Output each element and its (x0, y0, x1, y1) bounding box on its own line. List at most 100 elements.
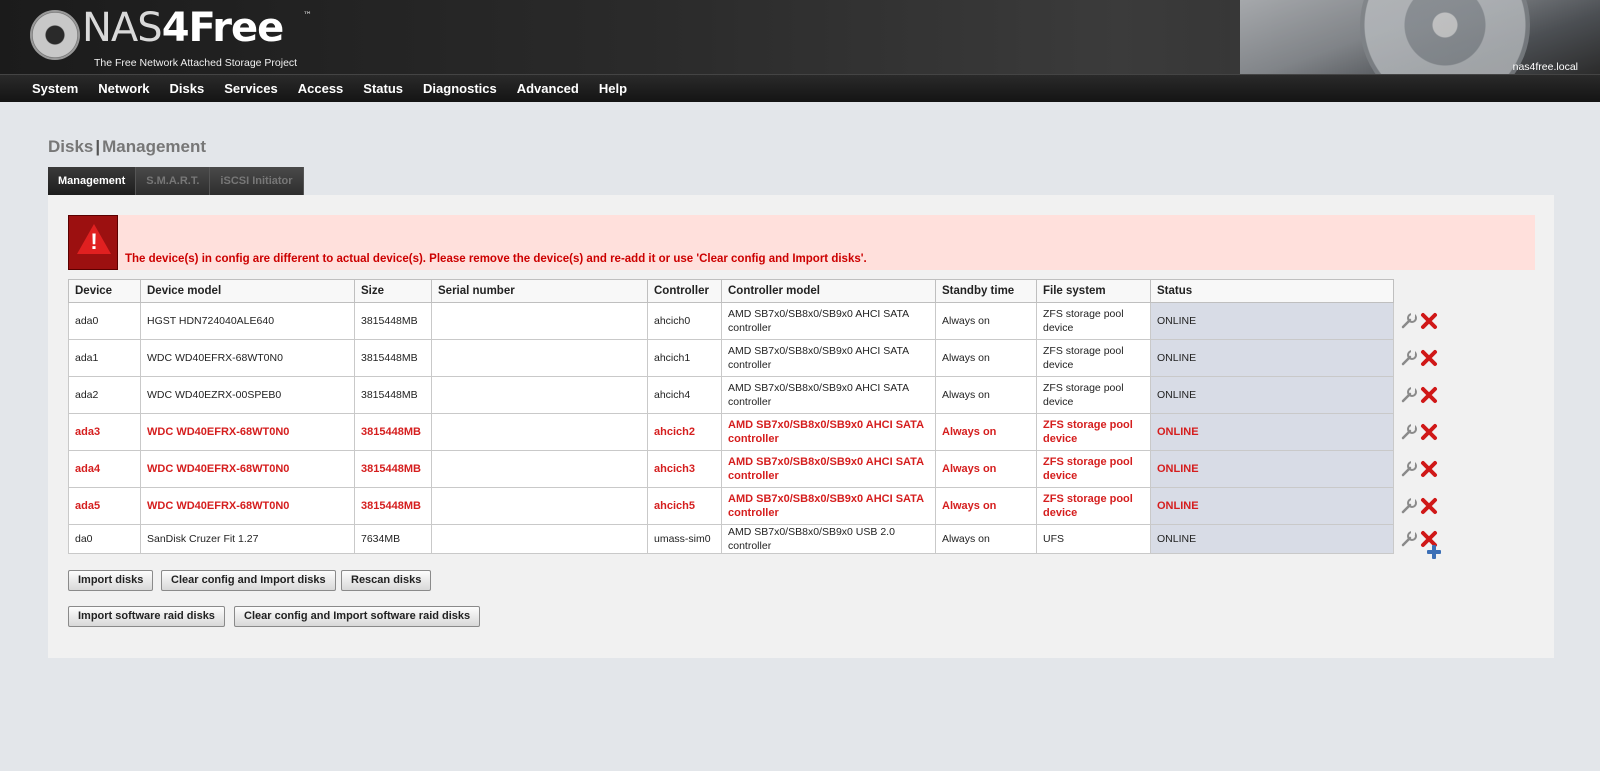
delete-icon[interactable] (1420, 423, 1438, 441)
page-title-subsection: Management (102, 137, 207, 156)
cell-file-system: ZFS storage pool device (1036, 450, 1151, 488)
nav-item-network[interactable]: Network (88, 75, 159, 103)
cell-standby-time: Always on (935, 376, 1037, 414)
wrench-icon[interactable] (1400, 386, 1418, 404)
cell-status: ONLINE (1150, 302, 1394, 340)
table-row: ada4 WDC WD40EFRX-68WT0N0 3815448MB ahcich3… (68, 450, 1464, 488)
wrench-icon[interactable] (1400, 312, 1418, 330)
cell-file-system: ZFS storage pool device (1036, 487, 1151, 525)
nav-item-status[interactable]: Status (353, 75, 413, 103)
cell-device: ada5 (68, 487, 141, 525)
cell-size: 3815448MB (354, 487, 432, 525)
cell-controller-model: AMD SB7x0/SB8x0/SB9x0 AHCI SATA controll… (721, 413, 936, 451)
clear-config-import-software-raid-button[interactable]: Clear config and Import software raid di… (234, 606, 481, 627)
row-actions (1394, 451, 1464, 488)
cell-controller: ahcich3 (647, 450, 722, 488)
column-header-standby-time: Standby time (935, 279, 1037, 303)
logo-nas: NAS (82, 5, 163, 51)
nav-item-diagnostics[interactable]: Diagnostics (413, 75, 507, 103)
column-header-device-model: Device model (140, 279, 355, 303)
import-software-raid-disks-button[interactable]: Import software raid disks (68, 606, 225, 627)
tab-bar: Management S.M.A.R.T. iSCSI Initiator (48, 167, 304, 195)
nav-item-disks[interactable]: Disks (160, 75, 215, 103)
nav-item-access[interactable]: Access (288, 75, 354, 103)
cell-status: ONLINE (1150, 487, 1394, 525)
logo-four: 4 (161, 5, 190, 51)
wrench-icon[interactable] (1400, 349, 1418, 367)
cell-status: ONLINE (1150, 413, 1394, 451)
delete-icon[interactable] (1420, 349, 1438, 367)
logo-text: NAS4Free (82, 5, 285, 51)
column-header-file-system: File system (1036, 279, 1151, 303)
column-header-controller-model: Controller model (721, 279, 936, 303)
delete-icon[interactable] (1420, 460, 1438, 478)
cell-size: 7634MB (354, 524, 432, 554)
cell-device: da0 (68, 524, 141, 554)
cell-size: 3815448MB (354, 376, 432, 414)
logo-free: Free (188, 5, 285, 51)
cell-standby-time: Always on (935, 450, 1037, 488)
wrench-icon[interactable] (1400, 497, 1418, 515)
cell-file-system: ZFS storage pool device (1036, 302, 1151, 340)
table-row: ada1 WDC WD40EFRX-68WT0N0 3815448MB ahcich1… (68, 339, 1464, 377)
cell-controller-model: AMD SB7x0/SB8x0/SB9x0 AHCI SATA controll… (721, 487, 936, 525)
clear-config-import-disks-button[interactable]: Clear config and Import disks (161, 570, 336, 591)
cell-status: ONLINE (1150, 376, 1394, 414)
cell-size: 3815448MB (354, 339, 432, 377)
nav-item-system[interactable]: System (0, 75, 88, 103)
delete-icon[interactable] (1420, 312, 1438, 330)
delete-icon[interactable] (1420, 386, 1438, 404)
page-title-section: Disks (48, 137, 94, 156)
cell-controller-model: AMD SB7x0/SB8x0/SB9x0 AHCI SATA controll… (721, 302, 936, 340)
column-header-status: Status (1150, 279, 1394, 303)
delete-icon[interactable] (1420, 497, 1438, 515)
cell-device: ada2 (68, 376, 141, 414)
rescan-disks-button[interactable]: Rescan disks (341, 570, 432, 591)
wrench-icon[interactable] (1400, 423, 1418, 441)
cell-device-model: WDC WD40EFRX-68WT0N0 (140, 487, 355, 525)
logo-icon (30, 10, 80, 60)
import-disks-button[interactable]: Import disks (68, 570, 154, 591)
table-row: ada0 HGST HDN724040ALE640 3815448MB ahcich0… (68, 302, 1464, 340)
column-header-size: Size (354, 279, 432, 303)
cell-size: 3815448MB (354, 413, 432, 451)
nav-item-services[interactable]: Services (214, 75, 288, 103)
cell-serial-number (431, 413, 648, 451)
tab-smart[interactable]: S.M.A.R.T. (136, 167, 211, 195)
nav-item-advanced[interactable]: Advanced (507, 75, 589, 103)
tab-management[interactable]: Management (48, 167, 137, 195)
cell-device-model: WDC WD40EFRX-68WT0N0 (140, 339, 355, 377)
nav-item-help[interactable]: Help (589, 75, 637, 103)
page-title-separator: | (95, 137, 101, 156)
add-disk-icon[interactable] (1425, 543, 1443, 561)
cell-controller-model: AMD SB7x0/SB8x0/SB9x0 USB 2.0 controller (721, 524, 936, 554)
cell-controller-model: AMD SB7x0/SB8x0/SB9x0 AHCI SATA controll… (721, 339, 936, 377)
wrench-icon[interactable] (1400, 530, 1418, 548)
cell-status: ONLINE (1150, 339, 1394, 377)
cell-standby-time: Always on (935, 302, 1037, 340)
nav-bar: System Network Disks Services Access Sta… (0, 74, 1600, 102)
cell-device-model: WDC WD40EFRX-68WT0N0 (140, 413, 355, 451)
cell-device-model: WDC WD40EFRX-68WT0N0 (140, 450, 355, 488)
table-row: ada3 WDC WD40EFRX-68WT0N0 3815448MB ahcich2… (68, 413, 1464, 451)
content-panel: ! The device(s) in config are different … (48, 195, 1554, 658)
hostname: nas4free.local (1512, 61, 1578, 73)
logo-trademark: ™ (303, 11, 312, 21)
tab-iscsi-initiator[interactable]: iSCSI Initiator (210, 167, 304, 195)
cell-standby-time: Always on (935, 413, 1037, 451)
cell-controller: ahcich4 (647, 376, 722, 414)
column-header-serial-number: Serial number (431, 279, 648, 303)
cell-size: 3815448MB (354, 450, 432, 488)
cell-serial-number (431, 450, 648, 488)
error-message: The device(s) in config are different to… (125, 253, 867, 265)
wrench-icon[interactable] (1400, 460, 1418, 478)
cell-device-model: SanDisk Cruzer Fit 1.27 (140, 524, 355, 554)
table-row: ada5 WDC WD40EFRX-68WT0N0 3815448MB ahcich5… (68, 487, 1464, 525)
row-actions (1394, 488, 1464, 525)
cell-controller: umass-sim0 (647, 524, 722, 554)
column-header-actions (1394, 280, 1464, 303)
cell-serial-number (431, 524, 648, 554)
row-actions (1394, 303, 1464, 340)
cell-serial-number (431, 376, 648, 414)
cell-standby-time: Always on (935, 524, 1037, 554)
